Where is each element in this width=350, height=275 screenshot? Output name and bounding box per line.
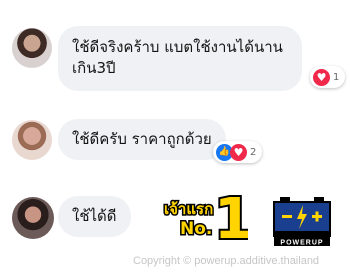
comment-text: ใช้ได้ดี [72,207,117,225]
reaction-count: 1 [333,71,340,83]
heart-icon: ♥ [230,143,247,161]
comment-bubble: ใช้ดีจริงคร้าบ แบตใช้งานได้นาน เกิน3ปี [58,26,302,91]
badge-sub: No. [180,219,212,239]
commenter-avatar[interactable] [12,120,52,160]
heart-icon: ♥ [313,68,330,86]
reaction-summary[interactable]: ♥ 1 [310,66,346,88]
copyright-watermark: Copyright © powerup.additive.thailand [133,255,320,267]
comment-text-line: เกิน3ปี [72,59,116,77]
comment-text-line: ใช้ดีจริงคร้าบ แบตใช้งานได้นาน [72,38,283,56]
comment-bubble: ใช้ได้ดี [58,196,131,237]
reaction-count: 2 [250,146,257,158]
comment-text: ใช้ดีครับ ราคาถูกด้วย [72,130,212,148]
badge-text: เจ้าแรก [164,200,213,218]
commenter-avatar[interactable] [12,28,52,68]
first-badge-logo: เจ้าแรก No. 1 [163,185,249,242]
commenter-avatar[interactable] [12,197,54,239]
battery-brand: POWERUP [280,240,323,247]
badge-number: 1 [214,187,248,242]
battery-logo: POWERUP [273,197,331,247]
reaction-summary[interactable]: 👍 ♥ 2 [213,141,263,163]
comment-bubble: ใช้ดีครับ ราคาถูกด้วย [58,119,226,160]
